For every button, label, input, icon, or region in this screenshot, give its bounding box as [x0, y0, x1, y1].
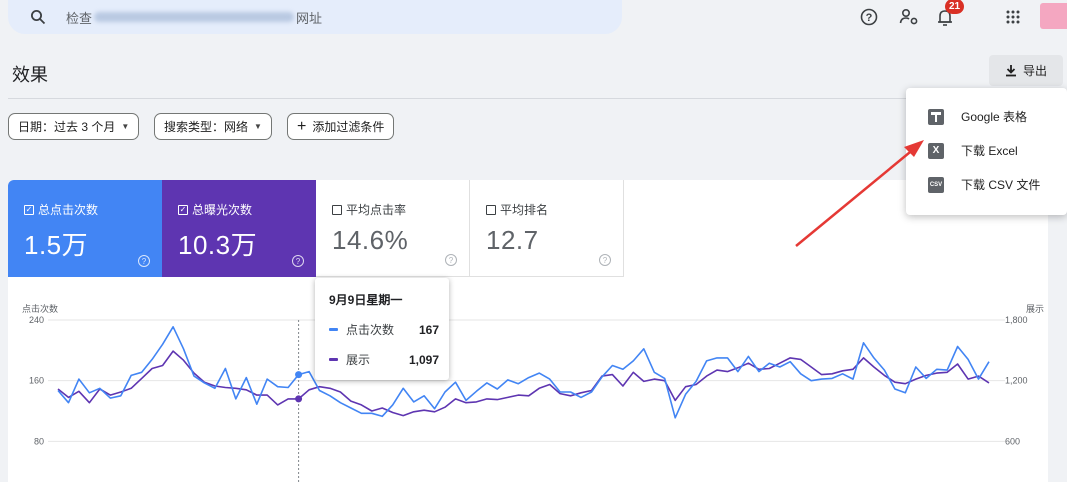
plus-icon: +: [297, 117, 307, 135]
metric-average-ctr[interactable]: 平均点击率 14.6% ?: [316, 180, 470, 277]
hover-point: [295, 395, 303, 403]
chevron-down-icon: ▼: [121, 122, 130, 131]
date-filter-label: 日期：过去 3 个月: [18, 120, 116, 134]
date-filter-chip[interactable]: 日期：过去 3 个月 ▼: [8, 113, 140, 140]
chart-tooltip: 9月9日星期一 点击次数 167 展示 1,097: [315, 278, 449, 380]
search-type-filter-chip[interactable]: 搜索类型：网络 ▼: [154, 113, 272, 140]
tooltip-date: 9月9日星期一: [329, 293, 403, 307]
help-icon[interactable]: ?: [599, 254, 611, 266]
excel-icon: X: [928, 142, 944, 159]
redacted-url: [94, 12, 295, 22]
help-icon[interactable]: ?: [859, 7, 879, 27]
tooltip-label: 点击次数: [346, 323, 395, 337]
series-swatch: [329, 358, 338, 361]
search-input[interactable]: 检查 网址: [66, 8, 322, 27]
metric-total-impressions[interactable]: ✓ 总曝光次数 10.3万 ?: [162, 180, 316, 277]
search-suffix: 网址: [296, 10, 323, 26]
add-filter-label: 添加过滤条件: [312, 120, 385, 134]
help-icon[interactable]: ?: [445, 254, 457, 266]
chevron-down-icon: ▼: [254, 122, 262, 131]
menu-item-download-csv[interactable]: CSV 下载 CSV 文件: [906, 168, 1067, 201]
checkbox-checked-icon[interactable]: ✓: [24, 204, 34, 215]
right-axis-title: 展示: [1025, 304, 1044, 314]
avatar[interactable]: [1040, 3, 1067, 29]
add-filter-button[interactable]: + 添加过滤条件: [287, 113, 395, 140]
tooltip-row-impressions: 展示 1,097: [329, 351, 439, 368]
right-tick-label: 1,800: [1005, 315, 1028, 325]
left-tick-label: 160: [29, 376, 44, 386]
download-icon: [1005, 65, 1016, 77]
notification-badge: 21: [945, 0, 964, 14]
metric-value: 12.7: [486, 225, 539, 255]
series-line-impressions: [57, 350, 990, 417]
help-icon[interactable]: ?: [138, 255, 150, 267]
series-swatch: [329, 328, 338, 331]
search-type-filter-label: 搜索类型：网络: [164, 120, 249, 134]
settings-user-icon[interactable]: [899, 7, 919, 27]
right-tick-label: 1,200: [1005, 376, 1028, 386]
tooltip-row-clicks: 点击次数 167: [329, 321, 439, 338]
checkbox-unchecked-icon[interactable]: [486, 204, 496, 215]
search-icon: [31, 10, 46, 25]
metric-label: 平均点击率: [346, 203, 407, 217]
metric-average-position[interactable]: 平均排名 12.7 ?: [470, 180, 624, 277]
export-menu: Google 表格 X 下载 Excel CSV 下载 CSV 文件: [906, 88, 1067, 215]
svg-text:?: ?: [866, 12, 873, 24]
menu-item-google-sheets[interactable]: Google 表格: [906, 100, 1067, 133]
tooltip-value: 167: [418, 322, 439, 337]
tooltip-value: 1,097: [408, 352, 439, 367]
search-prefix: 检查: [66, 10, 93, 26]
right-tick-label: 600: [1005, 436, 1020, 446]
metric-total-clicks[interactable]: ✓ 总点击次数 1.5万 ?: [8, 180, 162, 277]
menu-item-label: Google 表格: [961, 110, 1028, 124]
series-line-clicks: [57, 326, 990, 419]
menu-item-label: 下载 CSV 文件: [961, 178, 1041, 192]
tooltip-label: 展示: [346, 353, 371, 367]
metric-value: 14.6%: [332, 225, 409, 255]
metric-label: 平均排名: [500, 203, 549, 217]
checkbox-unchecked-icon[interactable]: [332, 204, 342, 215]
menu-item-label: 下载 Excel: [961, 144, 1018, 158]
left-tick-label: 80: [34, 436, 44, 446]
sheets-icon: [928, 108, 944, 125]
help-icon[interactable]: ?: [292, 255, 304, 267]
page-title: 效果: [12, 65, 48, 85]
checkbox-checked-icon[interactable]: ✓: [178, 204, 188, 215]
performance-card: ✓ 总点击次数 1.5万 ? ✓ 总曝光次数 10.3万 ? 平均点击率 14.6%…: [8, 180, 1048, 482]
metric-label: 总点击次数: [38, 203, 99, 217]
divider: [8, 98, 908, 99]
hover-point: [295, 371, 303, 379]
search-bar[interactable]: 检查 网址: [8, 0, 622, 34]
apps-icon[interactable]: [1003, 7, 1023, 27]
left-axis-title: 点击次数: [22, 304, 59, 314]
csv-icon: CSV: [928, 176, 944, 193]
export-button[interactable]: 导出: [989, 55, 1063, 86]
export-label: 导出: [1022, 64, 1047, 78]
menu-item-download-excel[interactable]: X 下载 Excel: [906, 134, 1067, 167]
metric-label: 总曝光次数: [192, 203, 253, 217]
left-tick-label: 240: [29, 315, 44, 325]
